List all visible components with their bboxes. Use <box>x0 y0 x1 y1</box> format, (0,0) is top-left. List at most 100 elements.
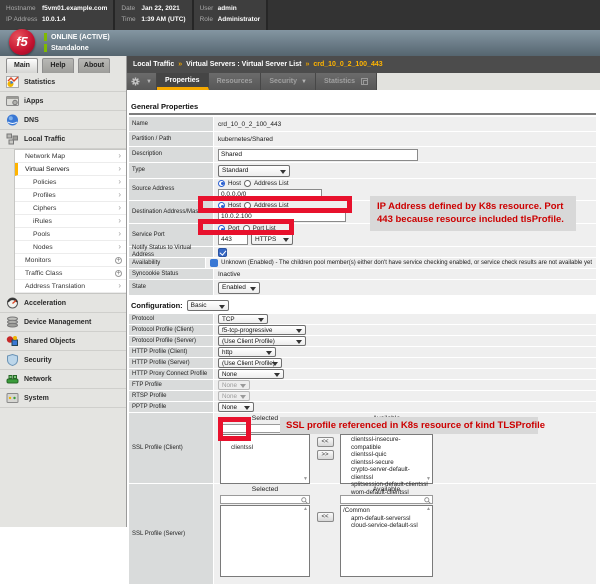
options-gear-tab[interactable]: ▼ <box>127 73 157 90</box>
banner: f5 ONLINE (ACTIVE) Standalone <box>0 30 600 56</box>
sidebar-item-security[interactable]: Security <box>0 351 126 370</box>
scroll-down-icon[interactable]: ▼ <box>426 477 431 482</box>
sidebar-item-system[interactable]: System <box>0 389 126 408</box>
port-protocol-select[interactable]: HTTPS <box>251 233 293 245</box>
scroll-down-icon[interactable]: ▼ <box>303 477 308 482</box>
sidebar-item-profiles[interactable]: Profiles› <box>15 189 126 202</box>
date-value: Jan 22, 2021 <box>141 3 179 14</box>
tab-about[interactable]: About <box>78 58 110 73</box>
source-host-radio[interactable] <box>218 180 225 187</box>
date-label: Date <box>121 3 141 14</box>
destination-address-list-radio[interactable] <box>244 202 251 209</box>
search-icon <box>301 497 308 504</box>
http-proxy-connect-profile-select[interactable]: None <box>218 369 284 379</box>
row-protocol: Protocol TCP <box>129 314 596 324</box>
service-port-input[interactable] <box>218 233 248 245</box>
sidebar-item-iapps[interactable]: iApps <box>0 92 126 111</box>
source-address-list-radio[interactable] <box>244 180 251 187</box>
list-item[interactable]: splitsession-default-clientssl <box>343 481 430 489</box>
selected-search-input[interactable] <box>220 495 310 504</box>
breadcrumb-virtual-server-list[interactable]: Virtual Servers : Virtual Server List <box>186 61 301 68</box>
row-label: Syncookie Status <box>129 269 213 279</box>
system-icon <box>6 392 19 404</box>
sidebar-item-virtual-servers[interactable]: Virtual Servers› <box>15 163 126 176</box>
configuration-mode-select[interactable]: Basic <box>187 300 229 311</box>
chevron-right-icon: › <box>118 243 121 251</box>
tab-label: Statistics <box>324 78 355 85</box>
sidebar-item-network-map[interactable]: Network Map› <box>15 150 126 163</box>
sidebar-item-shared-objects[interactable]: Shared Objects <box>0 332 126 351</box>
list-item[interactable]: clientssl-secure <box>343 459 430 467</box>
sidebar-item-nodes[interactable]: Nodes› <box>15 241 126 254</box>
port-list-radio[interactable] <box>243 225 250 232</box>
ssl-client-available-list[interactable]: clientssl-insecure-compatible clientssl-… <box>340 434 433 484</box>
ip-value: 10.0.1.4 <box>42 14 66 25</box>
sidebar-item-irules[interactable]: iRules› <box>15 215 126 228</box>
move-left-button[interactable]: << <box>317 437 334 447</box>
ssl-server-selected-list[interactable]: ▲ <box>220 505 310 577</box>
tab-label: Resources <box>217 78 253 85</box>
tab-statistics[interactable]: Statistics <box>316 73 377 90</box>
sidebar-item-acceleration[interactable]: Acceleration <box>0 294 126 313</box>
sidebar-item-policies[interactable]: Policies› <box>15 176 126 189</box>
list-item[interactable]: clientssl <box>223 444 307 452</box>
radio-label: Address List <box>254 180 289 187</box>
sidebar-item-device-management[interactable]: Device Management <box>0 313 126 332</box>
destination-host-radio[interactable] <box>218 202 225 209</box>
dns-icon <box>6 114 19 126</box>
ssl-server-available-list[interactable]: /Common apm-default-serverssl cloud-serv… <box>340 505 433 577</box>
state-select[interactable]: Enabled <box>218 282 260 294</box>
move-right-button[interactable]: >> <box>317 450 334 460</box>
sidebar-item-label: Device Management <box>24 319 91 326</box>
source-address-input[interactable] <box>218 189 322 200</box>
http-profile-client-select[interactable]: http <box>218 347 276 357</box>
scroll-up-icon[interactable]: ▲ <box>426 507 431 512</box>
sidebar-item-network[interactable]: Network <box>0 370 126 389</box>
chevron-right-icon: › <box>118 152 121 160</box>
list-item[interactable]: crypto-server-default-clientssl <box>343 466 430 481</box>
sidebar-item-monitors[interactable]: Monitors+ <box>15 254 126 267</box>
sidebar-item-dns[interactable]: DNS <box>0 111 126 130</box>
port-radio[interactable] <box>218 225 225 232</box>
pptp-profile-select[interactable]: None <box>218 402 254 412</box>
sidebar-tabs: Main Help About <box>0 56 126 73</box>
list-item[interactable]: /Common <box>223 436 307 444</box>
tab-main[interactable]: Main <box>6 58 38 73</box>
tab-resources[interactable]: Resources <box>209 73 262 90</box>
list-item[interactable]: clientssl-quic <box>343 451 430 459</box>
list-item[interactable]: apm-default-serverssl <box>343 515 430 523</box>
list-item[interactable]: cloud-service-default-ssl <box>343 522 430 530</box>
breadcrumb-local-traffic[interactable]: Local Traffic <box>133 61 174 68</box>
row-label: Name <box>129 117 213 131</box>
http-profile-server-select[interactable]: (Use Client Profile) <box>218 358 282 368</box>
destination-address-input[interactable] <box>218 210 346 222</box>
list-item[interactable]: /Common <box>343 507 430 515</box>
available-search-input[interactable] <box>340 495 433 504</box>
description-input[interactable] <box>218 149 418 161</box>
notify-status-checkbox[interactable] <box>218 248 227 257</box>
sidebar-item-local-traffic[interactable]: Local Traffic <box>0 130 126 149</box>
sidebar-item-address-translation[interactable]: Address Translation› <box>15 280 126 293</box>
ssl-client-selected-list[interactable]: /Common clientssl ▼ <box>220 434 310 484</box>
tab-properties[interactable]: Properties <box>157 73 209 90</box>
row-http-profile-server: HTTP Profile (Server) (Use Client Profil… <box>129 358 596 368</box>
protocol-select[interactable]: TCP <box>218 314 268 324</box>
sidebar-item-pools[interactable]: Pools› <box>15 228 126 241</box>
protocol-profile-client-select[interactable]: f5-tcp-progressive <box>218 325 306 335</box>
submenu-label: Ciphers <box>33 205 56 212</box>
protocol-profile-server-select[interactable]: (Use Client Profile) <box>218 336 306 346</box>
tab-security[interactable]: Security▼ <box>261 73 316 90</box>
search-icon <box>424 497 431 504</box>
shared-objects-icon <box>6 335 19 347</box>
scroll-up-icon[interactable]: ▲ <box>303 507 308 512</box>
sidebar-item-ciphers[interactable]: Ciphers› <box>15 202 126 215</box>
user-info-block: Useradmin RoleAdministrator <box>194 0 267 30</box>
tab-help[interactable]: Help <box>42 58 74 73</box>
add-icon[interactable]: + <box>115 257 122 264</box>
list-item[interactable]: clientssl-insecure-compatible <box>343 436 430 451</box>
add-icon[interactable]: + <box>115 270 122 277</box>
move-left-button[interactable]: << <box>317 512 334 522</box>
sidebar-item-traffic-class[interactable]: Traffic Class+ <box>15 267 126 280</box>
sidebar-item-statistics[interactable]: Statistics <box>0 73 126 92</box>
type-select[interactable]: Standard <box>218 165 290 177</box>
